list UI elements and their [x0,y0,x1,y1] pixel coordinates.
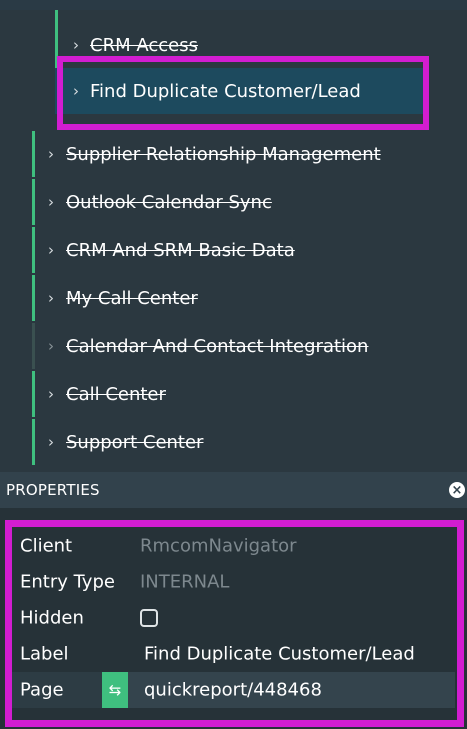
tree-level-bar [32,371,35,417]
tree-level-bar [32,131,35,177]
tree-item-label: My Call Center [66,287,198,309]
tree-level-bar [32,323,35,369]
tree-item-calendar-contact-integration[interactable]: › Calendar And Contact Integration [32,323,452,369]
property-row-client: Client RmcomNavigator [12,528,455,564]
property-value: RmcomNavigator [140,535,297,557]
property-value: INTERNAL [140,571,230,593]
property-key: Entry Type [20,571,115,593]
chevron-right-icon[interactable]: › [44,384,58,404]
chevron-right-icon[interactable]: › [44,144,58,164]
swap-arrows-icon[interactable]: ⇆ [102,672,128,708]
tree-level-bar [32,275,35,321]
top-strip [0,0,467,10]
property-row-label: Label Find Duplicate Customer/Lead [12,636,455,672]
tree-item-my-call-center[interactable]: › My Call Center [32,275,452,321]
tree-item-label: Calendar And Contact Integration [66,335,369,357]
property-key: Label [20,643,69,665]
tree-level-bar [55,22,58,68]
tree-level-bar [32,419,35,465]
property-row-hidden: Hidden [12,600,455,636]
tree-level-bar [32,179,35,225]
chevron-right-icon[interactable]: › [44,240,58,260]
hidden-checkbox[interactable] [140,609,158,627]
tree-item-label: Outlook Calendar Sync [66,191,272,213]
properties-title: PROPERTIES [6,481,100,499]
close-icon[interactable]: × [449,482,465,498]
tree-item-label: CRM Access [90,34,198,56]
tree-item-outlook-calendar-sync[interactable]: › Outlook Calendar Sync [32,179,452,225]
tree-item-crm-srm-basic-data[interactable]: › CRM And SRM Basic Data [32,227,452,273]
chevron-right-icon[interactable]: › [69,81,83,101]
tree-item-support-center[interactable]: › Support Center [32,419,452,465]
page-value-field[interactable]: quickreport/448468 [144,680,322,701]
tree-item-label: Call Center [66,383,166,405]
tree-level-bar [32,227,35,273]
property-row-page: Page ⇆ quickreport/448468 [12,672,455,708]
property-key: Page [20,679,64,701]
chevron-right-icon[interactable]: › [44,192,58,212]
tree-item-label: Supplier Relationship Management [66,143,381,165]
tree-item-crm-access[interactable]: › CRM Access [55,22,435,68]
chevron-right-icon[interactable]: › [44,432,58,452]
tree-item-supplier-relationship[interactable]: › Supplier Relationship Management [32,131,452,177]
tree-item-label: CRM And SRM Basic Data [66,239,295,261]
property-key: Hidden [20,607,84,629]
chevron-right-icon[interactable]: › [44,288,58,308]
property-row-entry-type: Entry Type INTERNAL [12,564,455,600]
property-key: Client [20,535,73,557]
navigation-tree: › CRM Access › Find Duplicate Customer/L… [0,10,467,472]
tree-item-call-center[interactable]: › Call Center [32,371,452,417]
chevron-right-icon[interactable]: › [44,336,58,356]
tree-item-label: Find Duplicate Customer/Lead [90,80,361,102]
properties-header: PROPERTIES × [0,472,467,508]
tree-item-find-duplicate[interactable]: › Find Duplicate Customer/Lead [55,68,425,114]
chevron-right-icon[interactable]: › [69,35,83,55]
tree-item-label: Support Center [66,431,204,453]
label-value-field[interactable]: Find Duplicate Customer/Lead [144,644,415,665]
